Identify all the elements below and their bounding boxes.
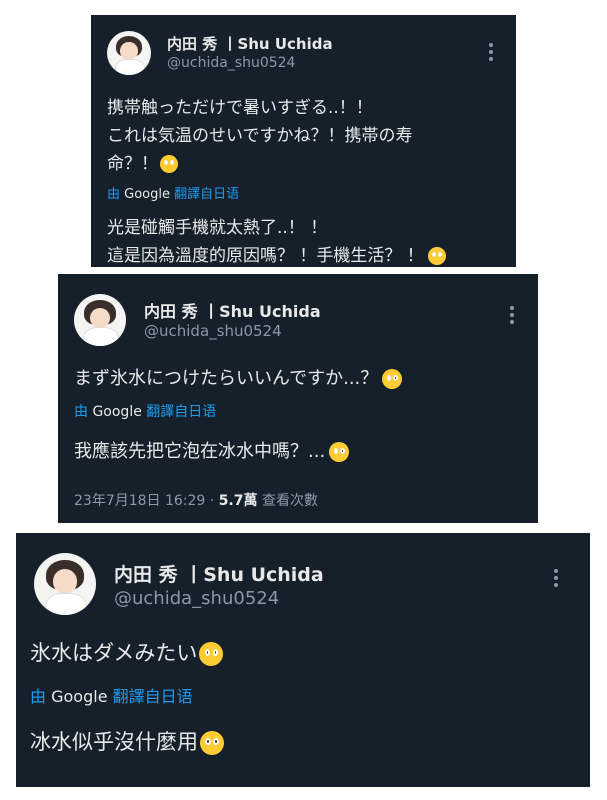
user-handle[interactable]: @uchida_shu0524 [167,55,295,71]
flushed-face-emoji [382,369,403,389]
pleading-face-emoji [427,247,446,265]
translation-attribution[interactable]: 由 Google 翻譯自日语 [30,683,193,707]
tweet-meta: 23年7月18日 16:29 · 5.7萬 查看次數 [74,490,318,510]
google-logo: Google [51,687,108,706]
timestamp[interactable]: 23年7月18日 16:29 · [74,493,219,509]
translated-text-line: 冰水似乎沒什麼用 [30,726,224,756]
tweet-card-3[interactable]: 内田 秀 丨Shu Uchida @uchida_shu0524 氷水はダメみた… [16,533,590,787]
user-name[interactable]: 内田 秀 丨Shu Uchida [144,298,321,322]
translated-text-line: 這是因為溫度的原因嗎？ ！手機生活？ ！ [107,241,446,266]
translation-attribution[interactable]: 由 Google 翻譯自日语 [74,401,216,421]
user-name[interactable]: 内田 秀 丨Shu Uchida [114,560,324,587]
more-options-icon[interactable] [510,306,516,327]
google-logo: Google [124,187,170,202]
tweet-text-line: これは気温のせいですかね？！携帯の寿 [107,126,413,146]
translation-attribution[interactable]: 由 Google 翻譯自日语 [107,183,239,202]
user-name[interactable]: 内田 秀 丨Shu Uchida [167,33,333,54]
google-logo: Google [92,404,142,420]
avatar[interactable] [107,31,151,75]
views-count: 5.7萬 [218,493,258,509]
more-options-icon[interactable] [489,43,495,64]
pleading-face-emoji [160,155,178,173]
user-handle[interactable]: @uchida_shu0524 [114,588,279,609]
tweet-text-line: 氷水はダメみたい [30,637,224,667]
views-label: 查看次數 [257,493,318,509]
translated-text-line: 光是碰觸手機就太熱了..！ ！ [107,218,328,238]
tweet-card-1[interactable]: 内田 秀 丨Shu Uchida @uchida_shu0524 携帯触っただけ… [91,15,516,267]
tweet-text-line: まず氷水につけたらいいんですか...？ [74,364,403,390]
flushed-face-emoji [329,442,350,462]
user-handle[interactable]: @uchida_shu0524 [144,322,282,340]
tweet-text-line: 命？！ [107,149,178,174]
tweet-card-2[interactable]: 内田 秀 丨Shu Uchida @uchida_shu0524 まず氷水につけ… [58,274,538,523]
more-options-icon[interactable] [554,569,560,590]
tweet-text-line: 携帯触っただけで暑いすぎる..！！ [107,98,373,118]
avatar[interactable] [74,294,126,346]
pleading-face-emoji [200,731,224,755]
avatar[interactable] [34,553,96,615]
pleading-face-emoji [199,642,224,666]
translated-text-line: 我應該先把它泡在冰水中嗎？... [74,437,350,463]
